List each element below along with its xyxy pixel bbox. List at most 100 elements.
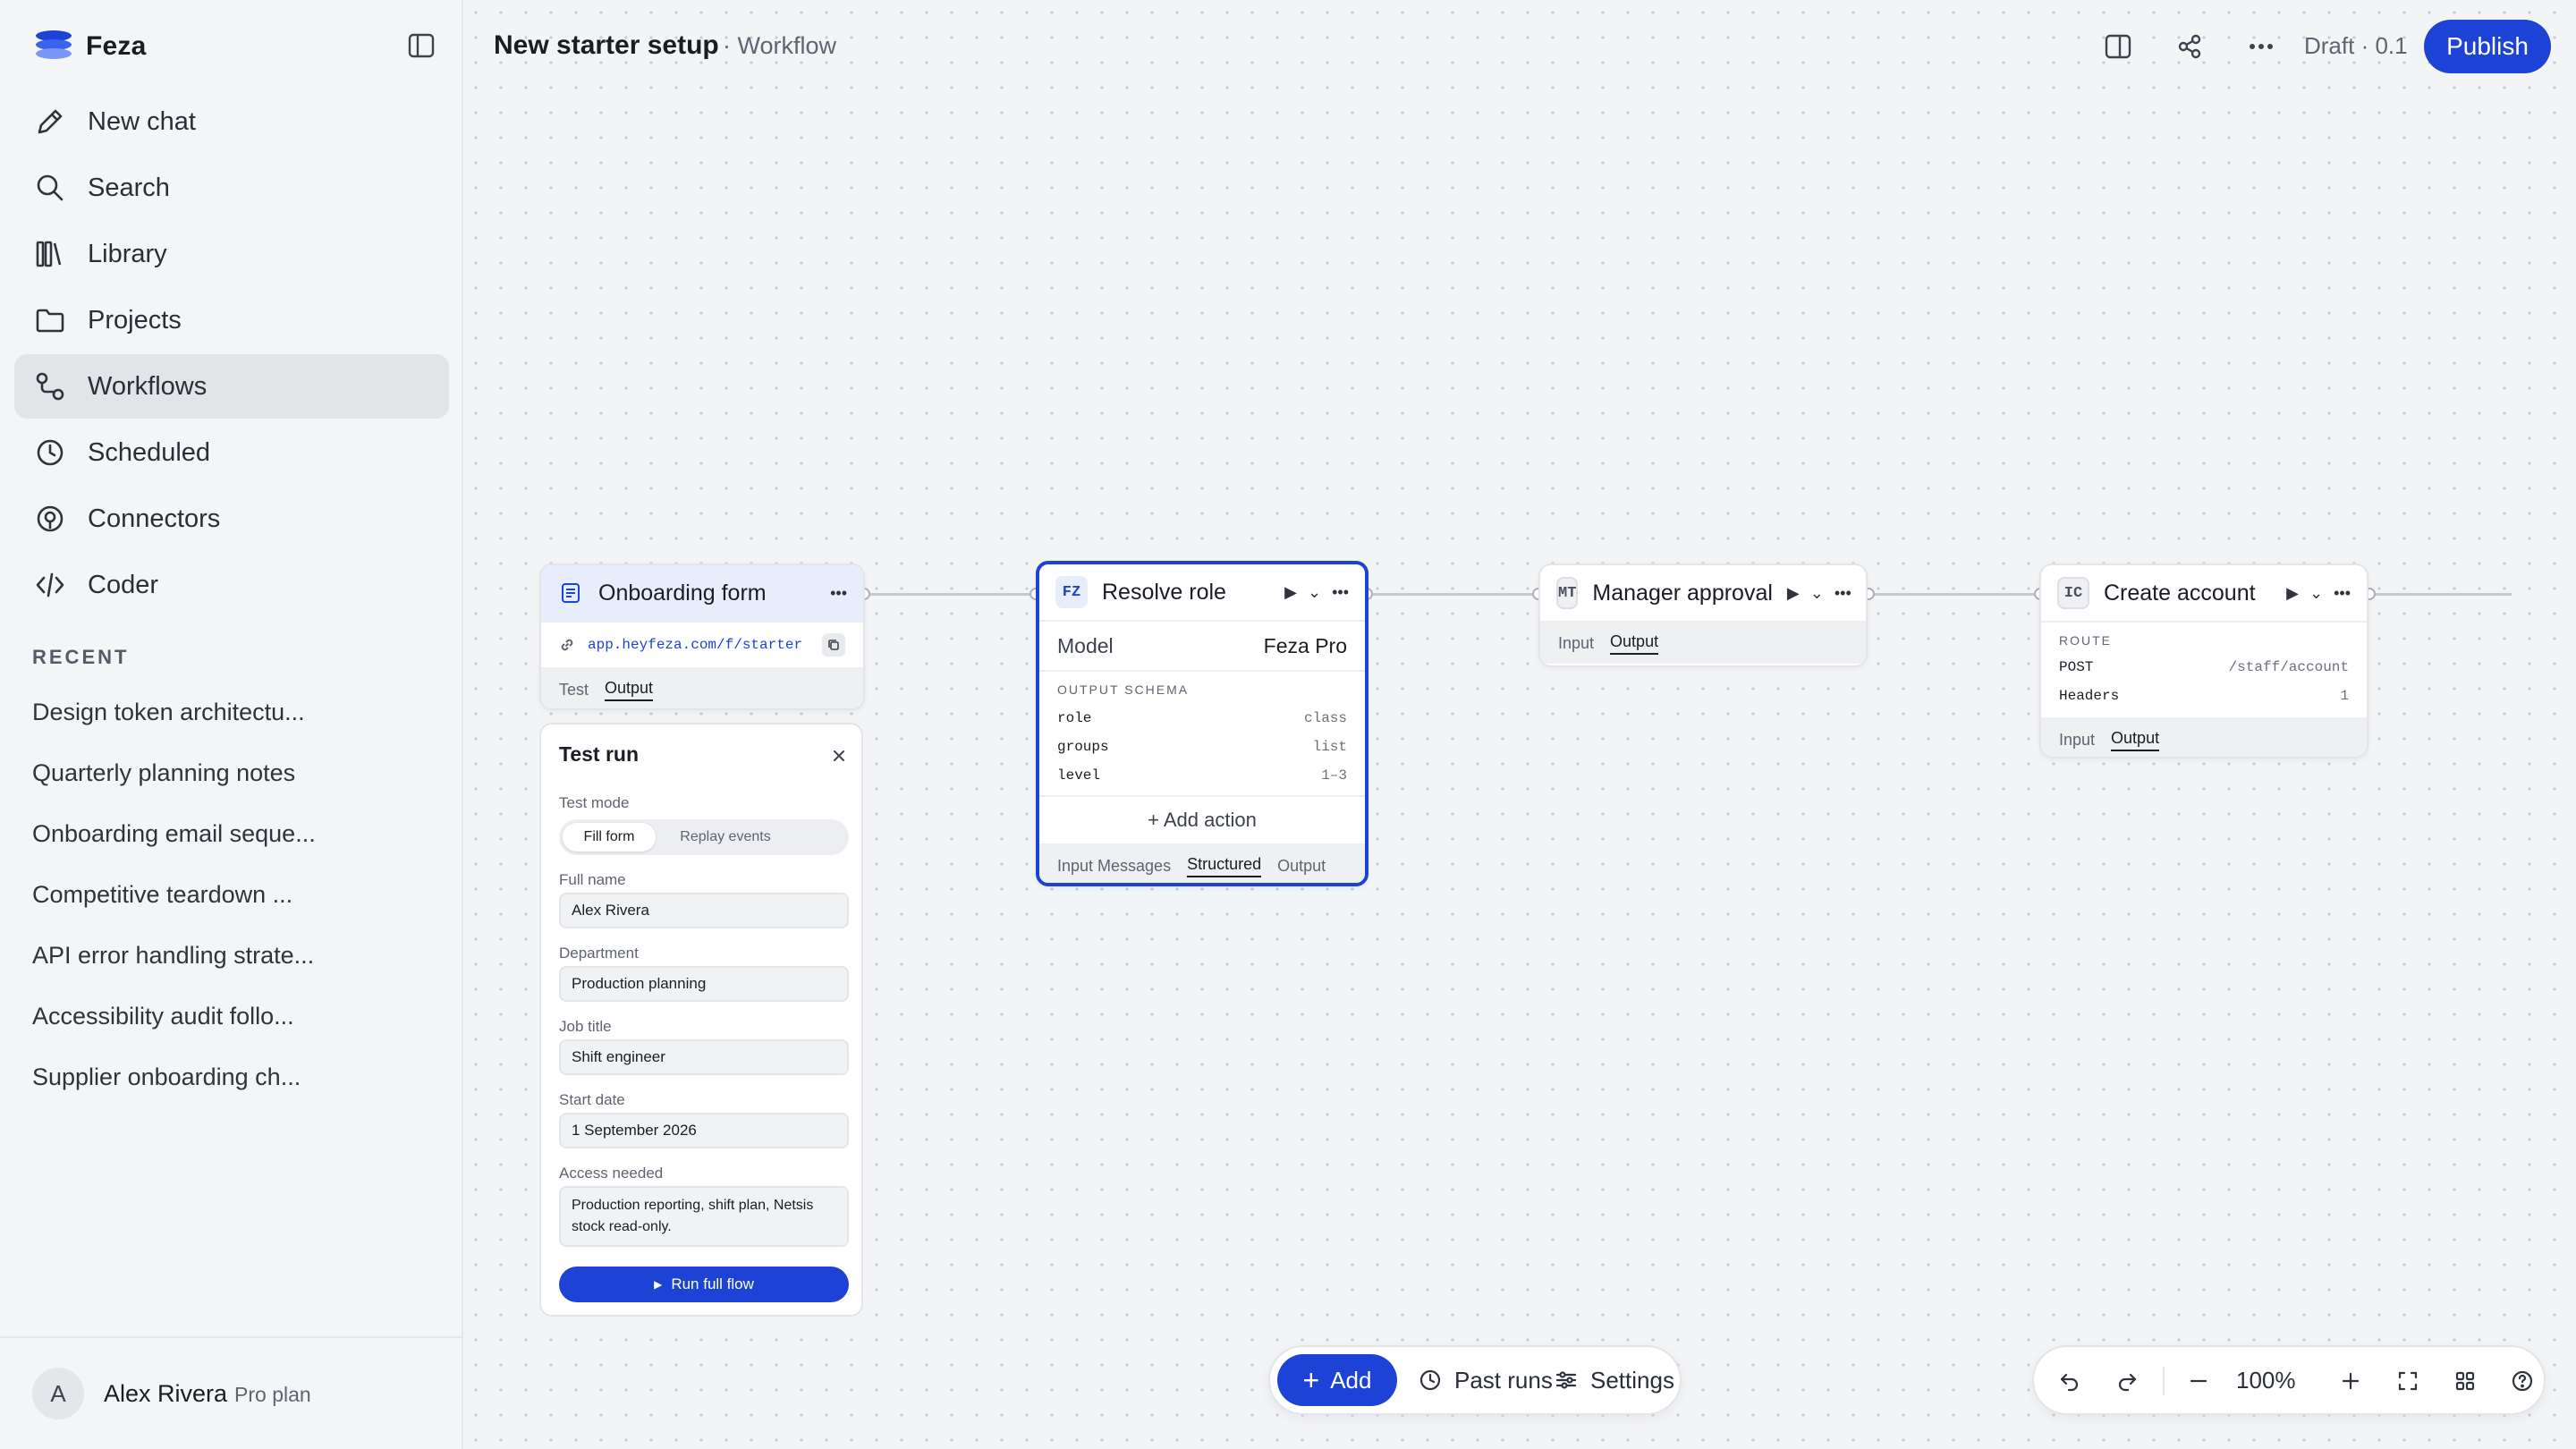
recent-item[interactable]: Design token architectu... <box>32 682 426 742</box>
field-label: Department <box>559 945 639 962</box>
field-label: Full name <box>559 871 626 888</box>
panel-toggle-icon[interactable] <box>2100 29 2136 64</box>
user-profile[interactable]: A Alex Rivera Pro plan <box>0 1336 463 1449</box>
schema-type: list <box>1312 739 1347 755</box>
node-badge: FZ <box>1055 576 1088 608</box>
recent-item[interactable]: Supplier onboarding ch... <box>32 1046 426 1107</box>
node-title: Onboarding form <box>598 580 767 606</box>
zoom-in-icon[interactable] <box>2333 1363 2368 1399</box>
run-full-flow-button[interactable]: ▶ Run full flow <box>559 1267 849 1302</box>
divider <box>2163 1367 2165 1395</box>
chevron-down-icon[interactable]: ⌄ <box>1810 584 1824 603</box>
brand[interactable]: Feza <box>36 30 147 63</box>
recent-item[interactable]: Accessibility audit follo... <box>32 986 426 1046</box>
node-create-account[interactable]: IC Create account ▶ ⌄ ••• ROUTE POST /st… <box>2039 564 2368 758</box>
schema-type: class <box>1303 710 1347 726</box>
tab-output[interactable]: Output <box>1610 632 1659 655</box>
grid-icon[interactable] <box>2447 1363 2483 1399</box>
tab-output[interactable]: Output <box>1277 857 1326 876</box>
publish-button[interactable]: Publish <box>2424 20 2551 73</box>
access-needed-field[interactable]: Production reporting, shift plan, Netsis… <box>559 1186 849 1247</box>
recent-heading: RECENT <box>32 646 130 668</box>
node-resolve-role[interactable]: FZ Resolve role ▶ ⌄ ••• Model Feza Pro O… <box>1036 561 1368 886</box>
play-icon[interactable]: ▶ <box>2286 584 2299 603</box>
schema-row: groups list <box>1057 733 1347 761</box>
node-onboarding-form[interactable]: Onboarding form ••• app.heyfeza.com/f/st… <box>539 564 865 710</box>
sidebar-item-coder[interactable]: Coder <box>14 553 449 617</box>
model-value: Feza Pro <box>1263 633 1347 657</box>
sidebar-toggle-icon[interactable] <box>406 30 436 61</box>
model-label: Model <box>1057 633 1114 657</box>
node-more-icon[interactable]: ••• <box>2334 584 2351 603</box>
job-title-field[interactable]: Shift engineer <box>559 1039 849 1075</box>
sidebar-nav: New chat Search Library Projects Workflo… <box>14 89 449 619</box>
close-icon[interactable] <box>827 744 851 767</box>
user-name: Alex Rivera <box>104 1379 228 1407</box>
model-row[interactable]: Model Feza Pro <box>1039 622 1365 672</box>
add-action-button[interactable]: + Add action <box>1039 797 1365 845</box>
sidebar-item-library[interactable]: Library <box>14 222 449 286</box>
department-field[interactable]: Production planning <box>559 966 849 1002</box>
tab-input[interactable]: Input <box>2059 731 2095 750</box>
redo-icon[interactable] <box>2109 1363 2145 1399</box>
route-path: /staff/account <box>2228 659 2349 675</box>
sidebar-item-projects[interactable]: Projects <box>14 288 449 352</box>
more-icon[interactable] <box>2243 29 2279 64</box>
tab-input[interactable]: Input <box>1558 634 1594 653</box>
code-icon <box>36 572 64 597</box>
mode-replay-events[interactable]: Replay events <box>665 823 786 852</box>
zoom-out-icon[interactable] <box>2181 1363 2216 1399</box>
help-icon[interactable] <box>2504 1363 2540 1399</box>
tab-structured[interactable]: Structured <box>1187 855 1262 877</box>
start-date-field[interactable]: 1 September 2026 <box>559 1113 849 1148</box>
sidebar-item-label: Scheduled <box>88 437 211 467</box>
node-manager-approval[interactable]: MT Manager approval ▶ ⌄ ••• Input Output <box>1538 564 1868 667</box>
recent-item[interactable]: Quarterly planning notes <box>32 742 426 803</box>
play-icon[interactable]: ▶ <box>1284 583 1297 602</box>
past-runs-button[interactable]: Past runs <box>1419 1354 1553 1406</box>
recent-item[interactable]: Competitive teardown ... <box>32 864 426 925</box>
panel-title: Test run <box>559 742 640 766</box>
library-icon <box>36 241 62 267</box>
copy-icon[interactable] <box>822 633 845 657</box>
fit-screen-icon[interactable] <box>2390 1363 2426 1399</box>
recent-item[interactable]: Onboarding email seque... <box>32 803 426 864</box>
form-url-row: app.heyfeza.com/f/starter <box>541 623 863 669</box>
breadcrumb: · Workflow <box>723 32 837 59</box>
schema-key: level <box>1057 767 1101 784</box>
sidebar-item-search[interactable]: Search <box>14 156 449 220</box>
pencil-icon <box>38 109 63 134</box>
form-url[interactable]: app.heyfeza.com/f/starter <box>588 637 809 653</box>
sidebar-item-label: Connectors <box>88 504 221 533</box>
history-icon <box>1419 1369 1441 1391</box>
sidebar-item-scheduled[interactable]: Scheduled <box>14 420 449 485</box>
sidebar-item-workflows[interactable]: Workflows <box>14 354 449 419</box>
play-icon[interactable]: ▶ <box>1787 584 1800 603</box>
connector-icon <box>37 505 64 532</box>
node-more-icon[interactable]: ••• <box>830 584 847 603</box>
sidebar-item-connectors[interactable]: Connectors <box>14 487 449 551</box>
headers-row: Headers 1 <box>2059 682 2349 710</box>
add-button[interactable]: + Add <box>1277 1354 1397 1406</box>
tab-output[interactable]: Output <box>2111 729 2160 751</box>
topbar: New starter setup · Workflow Draft · 0.1… <box>463 0 2576 93</box>
undo-icon[interactable] <box>2052 1363 2088 1399</box>
node-more-icon[interactable]: ••• <box>1332 583 1349 602</box>
chevron-down-icon[interactable]: ⌄ <box>2309 584 2323 603</box>
tab-output[interactable]: Output <box>605 679 654 701</box>
feza-logo-icon <box>36 30 72 63</box>
sidebar-item-new-chat[interactable]: New chat <box>14 89 449 154</box>
share-icon[interactable] <box>2172 29 2207 64</box>
mode-fill-form[interactable]: Fill form <box>563 823 656 852</box>
full-name-field[interactable]: Alex Rivera <box>559 893 849 928</box>
node-more-icon[interactable]: ••• <box>1835 584 1852 603</box>
schema-type: 1–3 <box>1321 767 1347 784</box>
recent-item[interactable]: API error handling strate... <box>32 925 426 986</box>
chevron-down-icon[interactable]: ⌄ <box>1308 583 1321 602</box>
workflow-canvas[interactable]: New starter setup · Workflow Draft · 0.1… <box>463 0 2576 1449</box>
tab-test[interactable]: Test <box>559 681 589 699</box>
settings-button[interactable]: Settings <box>1555 1354 1674 1406</box>
zoom-level[interactable]: 100% <box>2236 1367 2296 1394</box>
tab-input-messages[interactable]: Input Messages <box>1057 857 1171 876</box>
node-actions: ▶ ⌄ ••• <box>2286 584 2351 603</box>
